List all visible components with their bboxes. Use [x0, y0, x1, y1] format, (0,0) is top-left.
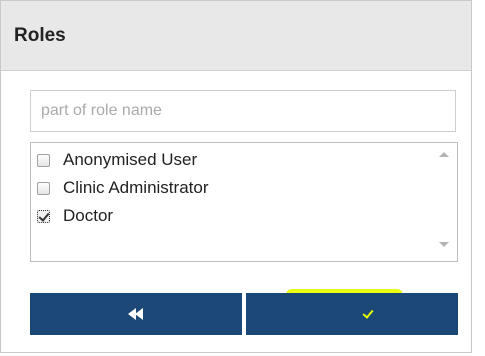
- button-content: +: [328, 306, 376, 322]
- remove-checked-button[interactable]: +: [246, 293, 458, 335]
- panel-header: Roles: [1, 1, 471, 71]
- list-item-anonymised-user[interactable]: Anonymised User: [37, 149, 197, 171]
- checkbox-checked-icon: [361, 307, 376, 321]
- double-left-arrow-icon: [128, 308, 144, 320]
- scroll-up-icon[interactable]: [439, 152, 449, 157]
- checkbox[interactable]: [37, 153, 50, 167]
- plus-icon: +: [348, 306, 358, 322]
- roles-listbox[interactable]: Anonymised User Clinic Administrator Doc…: [30, 142, 458, 262]
- listbox-scrollbar[interactable]: [432, 143, 457, 261]
- list-item-label: Anonymised User: [63, 150, 198, 169]
- list-item-label: Doctor: [63, 206, 114, 225]
- panel-title: Roles: [14, 24, 66, 46]
- checkbox[interactable]: [37, 181, 50, 195]
- list-item-label: Clinic Administrator: [63, 178, 209, 197]
- scroll-down-icon[interactable]: [439, 242, 449, 247]
- checkbox-checked[interactable]: [37, 209, 50, 223]
- roles-panel: Roles Anonymised User Clinic Administrat…: [0, 0, 472, 353]
- list-item-doctor[interactable]: Doctor: [37, 205, 113, 227]
- double-left-arrow-icon: [328, 308, 345, 320]
- role-search-input[interactable]: [30, 90, 456, 132]
- remove-selected-button[interactable]: [30, 293, 242, 335]
- list-item-clinic-administrator[interactable]: Clinic Administrator: [37, 177, 209, 199]
